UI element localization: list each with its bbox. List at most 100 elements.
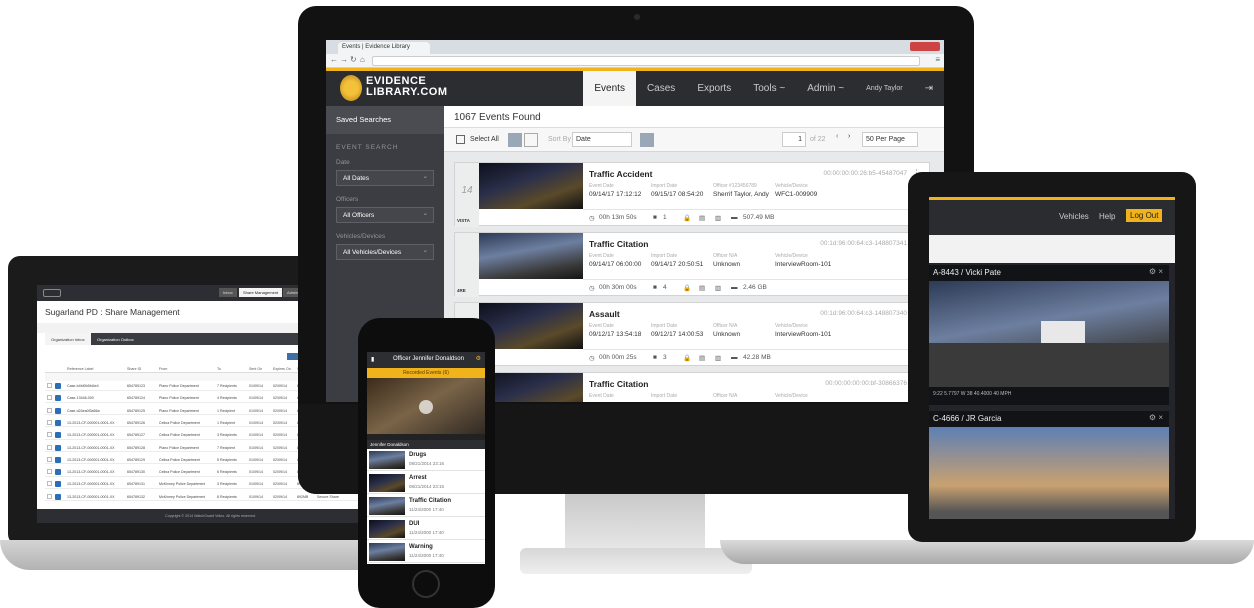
- video-scrubber[interactable]: [367, 434, 485, 440]
- trash-icon[interactable]: ▥: [715, 284, 721, 292]
- import-date-label: Import Date: [651, 253, 678, 259]
- sort-direction-icon[interactable]: [640, 133, 654, 147]
- event-number: 14: [461, 185, 473, 196]
- settings-gear-icon[interactable]: ⚙ ×: [1149, 267, 1163, 276]
- row-checkbox[interactable]: [47, 469, 52, 475]
- browser-tab[interactable]: Events | Evidence Library: [338, 42, 430, 54]
- trash-icon[interactable]: ▥: [715, 354, 721, 362]
- lock-icon[interactable]: 🔒: [683, 284, 691, 292]
- event-title[interactable]: Assault: [589, 309, 620, 319]
- window-controls[interactable]: [910, 42, 940, 51]
- table-cell: 01/09/14: [249, 396, 263, 401]
- per-page-select[interactable]: 50 Per Page: [862, 132, 918, 147]
- tab-org-inbox[interactable]: Organization Inbox: [45, 333, 91, 345]
- event-index[interactable]: 4RE: [455, 233, 479, 297]
- nav-cases[interactable]: Cases: [636, 71, 686, 106]
- nav-user[interactable]: Andy Taylor: [855, 71, 913, 106]
- nav-inbox[interactable]: Inbox: [219, 288, 237, 297]
- row-checkbox[interactable]: [47, 481, 52, 487]
- select-all-checkbox[interactable]: [456, 135, 465, 144]
- back-icon[interactable]: ←: [330, 55, 338, 64]
- event-card[interactable]: Traffic Citation 00:00:00:00:00:bf-308663…: [454, 372, 930, 402]
- forward-icon[interactable]: →: [340, 55, 348, 64]
- event-index[interactable]: 14 VISTA: [455, 163, 479, 227]
- lock-icon[interactable]: 🔒: [683, 354, 691, 362]
- row-checkbox[interactable]: [47, 432, 52, 438]
- phone-list-item[interactable]: Traffic Citation 11/24/2000 17:40: [367, 495, 485, 517]
- nav-help[interactable]: Help: [1099, 212, 1115, 221]
- nav-events[interactable]: Events: [583, 71, 636, 106]
- date-select[interactable]: All Dates: [336, 170, 434, 186]
- row-checkbox[interactable]: [47, 395, 52, 401]
- video-icon: ■: [653, 284, 657, 291]
- home-button[interactable]: [412, 570, 440, 598]
- monitor-stand-base: [520, 548, 752, 574]
- row-checkbox[interactable]: [47, 407, 52, 413]
- row-checkbox[interactable]: [47, 493, 52, 499]
- phone-settings-icon[interactable]: ⚙: [476, 355, 481, 362]
- nav-vehicles[interactable]: Vehicles: [1059, 212, 1089, 221]
- camera-2-video[interactable]: [929, 427, 1169, 519]
- table-cell: 654789127: [127, 433, 145, 438]
- event-duration: 00h 13m 50s: [599, 214, 637, 221]
- next-page-icon[interactable]: ›: [848, 133, 850, 140]
- play-icon[interactable]: [419, 400, 433, 414]
- row-checkbox[interactable]: [47, 419, 52, 425]
- lock-icon[interactable]: 🔒: [683, 214, 691, 222]
- flag-icon[interactable]: ▤: [699, 214, 705, 222]
- camera-1-video[interactable]: [929, 281, 1169, 387]
- reload-icon[interactable]: ↻: [350, 55, 357, 64]
- logout-icon[interactable]: ⇥: [914, 71, 944, 106]
- share-type-icon: [55, 395, 61, 402]
- flag-icon[interactable]: ▤: [699, 284, 705, 292]
- phone-item-date: 08/21/2014 23:15: [409, 484, 445, 489]
- table-cell: 02/09/14: [273, 470, 287, 475]
- sort-select[interactable]: Date: [572, 132, 632, 147]
- table-cell: 654789132: [127, 494, 145, 499]
- event-officer: Unknown: [713, 331, 741, 338]
- grid-view-icon[interactable]: [524, 133, 538, 147]
- home-icon[interactable]: ⌂: [360, 55, 365, 64]
- nav-admin[interactable]: Admin ~: [796, 71, 855, 106]
- nav-tools[interactable]: Tools ~: [742, 71, 796, 106]
- table-cell: Celina Police Department: [159, 433, 200, 438]
- mac-header: Vehicles Help Log Out: [929, 197, 1175, 235]
- logout-button[interactable]: Log Out: [1126, 209, 1163, 222]
- page-input[interactable]: 1: [782, 132, 806, 147]
- event-title[interactable]: Traffic Citation: [589, 239, 649, 249]
- table-cell: Plano Police Department: [159, 384, 199, 388]
- event-card[interactable]: Assault00:1d:96:00:64:c3-148807340⋮Event…: [454, 302, 930, 367]
- officers-select[interactable]: All Officers: [336, 207, 434, 223]
- saved-searches[interactable]: Saved Searches: [326, 106, 444, 134]
- prev-page-icon[interactable]: ‹: [836, 133, 838, 140]
- camera-panel-2: C-4666 / JR Garcia ⚙ ×: [929, 411, 1169, 519]
- nav-share-management[interactable]: Share Management: [239, 288, 283, 297]
- event-card[interactable]: 14 VISTA Traffic Accident 00:00:00:00:26:b5…: [454, 162, 930, 227]
- flag-icon[interactable]: ▤: [699, 354, 705, 362]
- event-title[interactable]: Traffic Accident: [589, 169, 652, 179]
- row-checkbox[interactable]: [47, 383, 52, 388]
- event-title[interactable]: Traffic Citation: [589, 379, 649, 389]
- event-thumbnail[interactable]: [479, 163, 583, 209]
- share-type-icon: [55, 419, 61, 426]
- phone-list-item[interactable]: DUI 11/24/2000 17:40: [367, 518, 485, 540]
- menu-icon[interactable]: ≡: [935, 55, 940, 64]
- phone-list-item[interactable]: Warning 11/24/2000 17:40: [367, 541, 485, 563]
- phone-video[interactable]: [367, 378, 485, 440]
- event-date: 09/12/17 13:54:18: [589, 331, 642, 338]
- nav-exports[interactable]: Exports: [686, 71, 742, 106]
- settings-gear-icon-2[interactable]: ⚙ ×: [1149, 413, 1163, 422]
- col-to: To: [217, 367, 221, 371]
- list-view-icon[interactable]: [508, 133, 522, 147]
- phone-list-item[interactable]: Arrest 08/21/2014 23:15: [367, 472, 485, 494]
- vehicles-select[interactable]: All Vehicles/Devices: [336, 244, 434, 260]
- trash-icon[interactable]: ▥: [715, 214, 721, 222]
- phone-back-icon[interactable]: ▮: [371, 356, 374, 363]
- event-card[interactable]: 4RE Traffic Citation 00:1d:96:00:64:c3-148…: [454, 232, 930, 297]
- tab-org-outbox[interactable]: Organization Outbox: [91, 333, 140, 345]
- row-checkbox[interactable]: [47, 456, 52, 462]
- row-checkbox[interactable]: [47, 444, 52, 450]
- phone-list-item[interactable]: Drugs 08/21/2014 23:16: [367, 449, 485, 471]
- event-thumbnail[interactable]: [479, 233, 583, 279]
- address-bar[interactable]: [372, 56, 920, 66]
